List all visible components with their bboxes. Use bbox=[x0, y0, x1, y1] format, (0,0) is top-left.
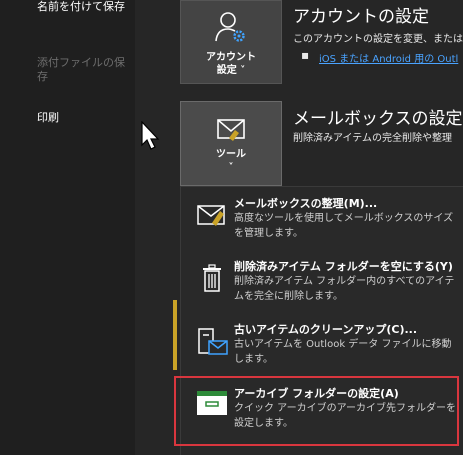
mailbox-cleanup-icon bbox=[197, 205, 225, 226]
trash-icon bbox=[203, 264, 221, 292]
mailbox-tools-icon bbox=[217, 119, 245, 141]
old-items-cleanup-description: 古いアイテムを Outlook データ ファイルに移動します。 bbox=[234, 339, 452, 365]
empty-deleted-description: 削除済みアイテム フォルダー内のすべてのアイテムを完全に削除します。 bbox=[234, 276, 455, 302]
menu-item-empty-deleted[interactable]: 削除済みアイテム フォルダーを空にする(Y) 削除済みアイテム フォルダー内のす… bbox=[181, 258, 463, 316]
mailbox-settings-title: メールボックスの設定 bbox=[293, 109, 463, 129]
tools-label: ツール bbox=[216, 149, 246, 160]
menu-item-old-items-cleanup[interactable]: 古いアイテムのクリーンアップ(C)... 古いアイテムを Outlook データ… bbox=[181, 321, 463, 379]
account-settings-label-2: 設定 ˅ bbox=[216, 65, 246, 76]
account-settings-description: このアカウントの設定を変更、または bbox=[293, 34, 463, 45]
account-settings-button[interactable]: アカウント 設定 ˅ bbox=[180, 0, 282, 84]
account-settings-icon bbox=[215, 12, 245, 42]
sidebar-item-save-as[interactable]: 名前を付けて保存 bbox=[37, 0, 127, 14]
accent-bar bbox=[173, 300, 177, 370]
mailbox-settings-description: 削除済みアイテムの完全削除や整理 bbox=[293, 133, 452, 144]
account-settings-title: アカウントの設定 bbox=[293, 7, 429, 27]
mailbox-cleanup-title: メールボックスの整理(M)... bbox=[234, 197, 378, 210]
sidebar-item-save-attachments: 添付ファイルの保存 bbox=[37, 56, 125, 83]
mailbox-cleanup-description: 高度なツールを使用してメールボックスのサイズを管理します。 bbox=[234, 213, 454, 239]
highlight-box bbox=[174, 376, 459, 446]
chevron-down-icon: ˅ bbox=[228, 162, 234, 173]
menu-item-mailbox-cleanup[interactable]: メールボックスの整理(M)... 高度なツールを使用してメールボックスのサイズを… bbox=[181, 195, 463, 253]
sidebar-item-print[interactable]: 印刷 bbox=[37, 111, 127, 125]
mobile-app-link[interactable]: iOS または Android 用の Outl bbox=[319, 50, 458, 65]
old-items-cleanup-title: 古いアイテムのクリーンアップ(C)... bbox=[234, 323, 418, 336]
empty-deleted-title: 削除済みアイテム フォルダーを空にする(Y) bbox=[234, 260, 453, 273]
tools-button[interactable]: ツール ˅ bbox=[180, 101, 282, 186]
archive-cleanup-icon bbox=[198, 328, 228, 355]
bullet-icon: ▪ bbox=[301, 48, 310, 62]
mouse-cursor-icon bbox=[141, 121, 160, 150]
backstage-sidebar: 名前を付けて保存 添付ファイルの保存 印刷 bbox=[0, 0, 135, 455]
account-settings-label-1: アカウント bbox=[206, 52, 256, 63]
